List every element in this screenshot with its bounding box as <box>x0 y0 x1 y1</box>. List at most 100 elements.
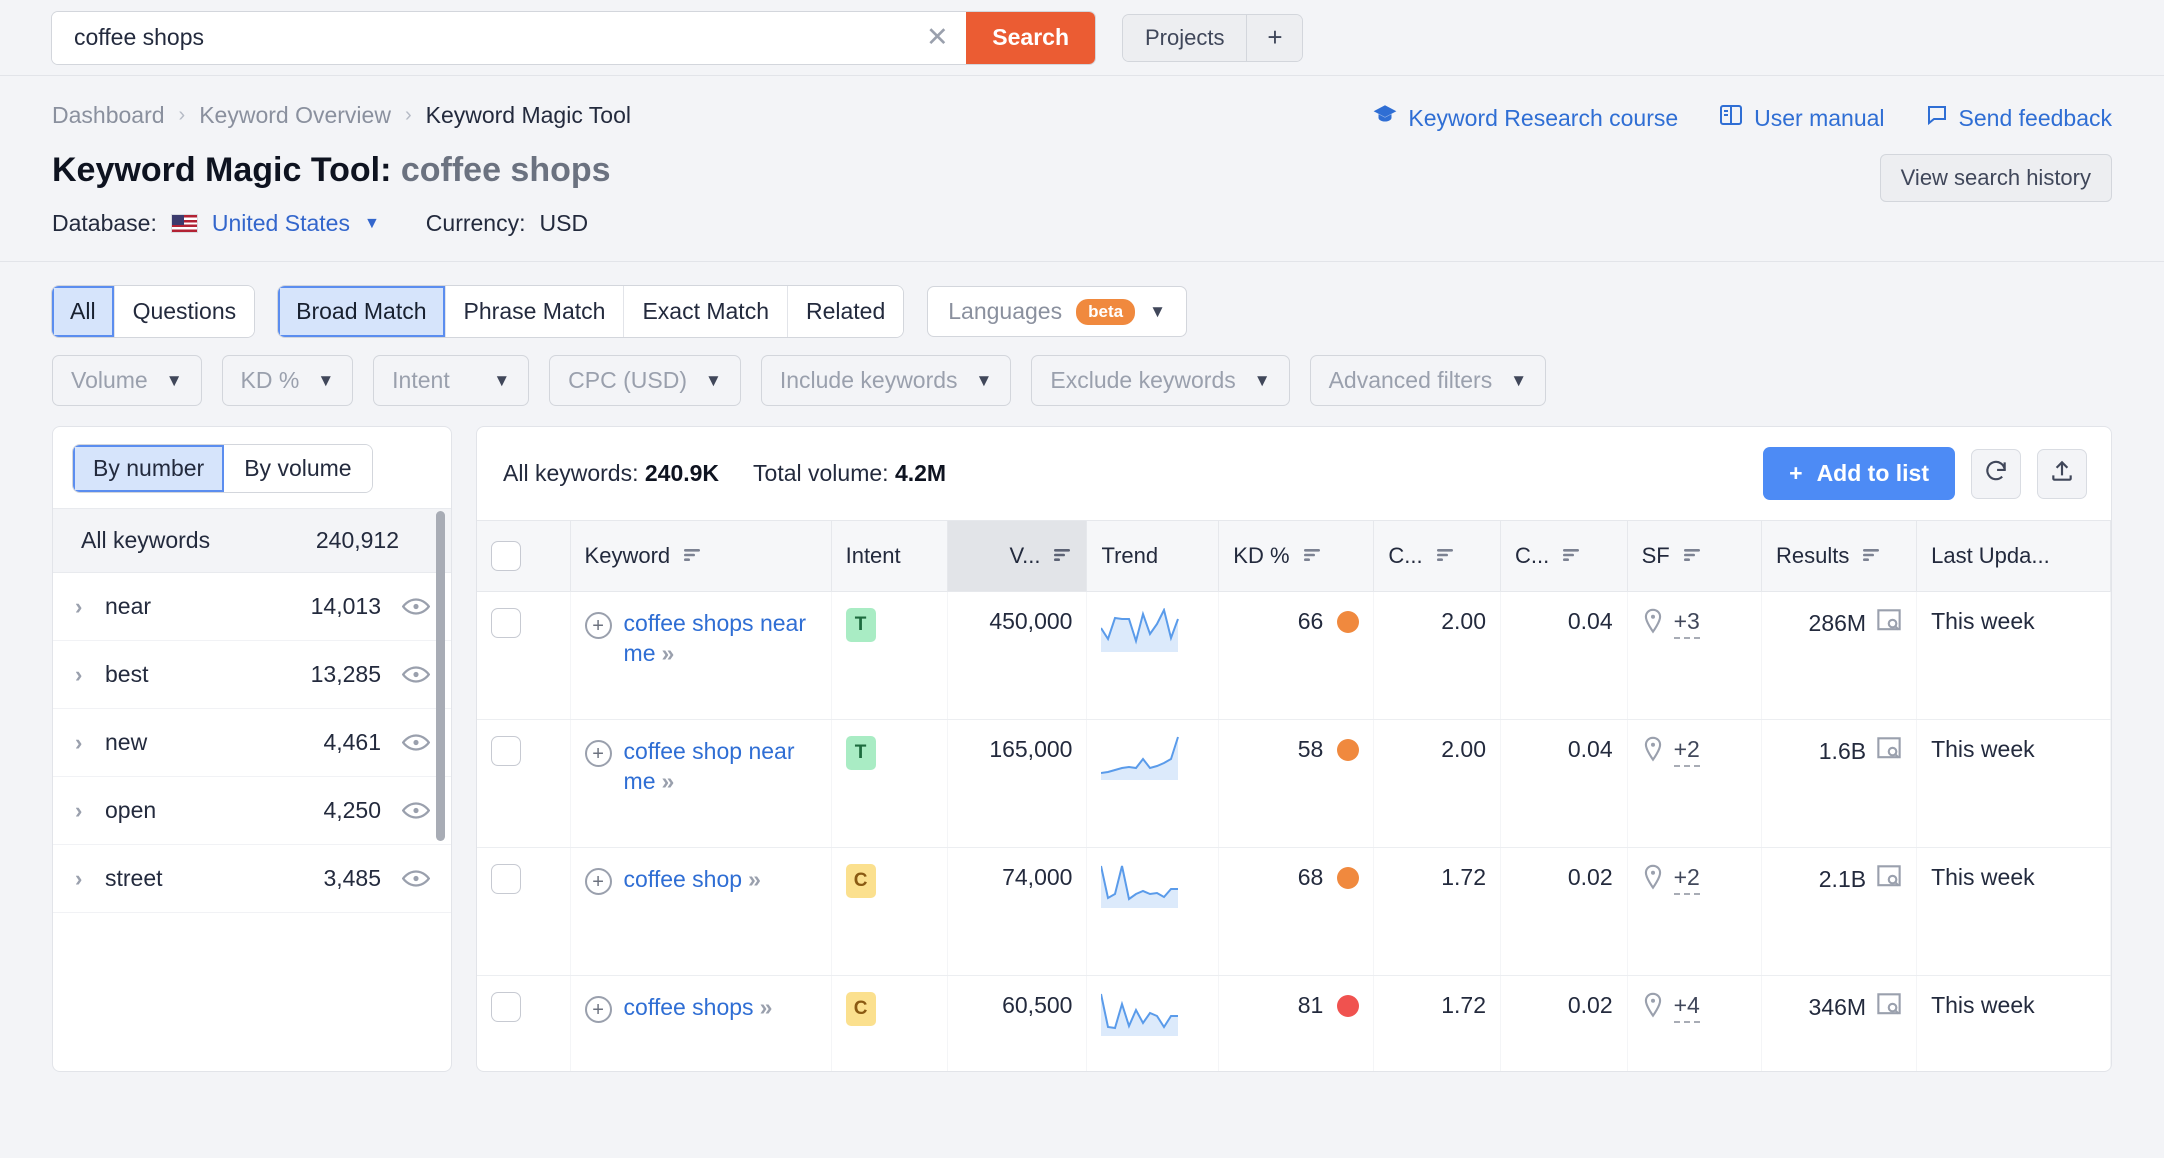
exclude-keywords-filter[interactable]: Exclude keywords ▼ <box>1031 355 1290 406</box>
table-row[interactable]: + coffee shops» C 60,500 81 1.72 0.02 +4… <box>477 975 2111 1071</box>
table-row[interactable]: + coffee shop near me» T 165,000 58 2.00… <box>477 719 2111 848</box>
sidebar-item-near[interactable]: › near 14,013 <box>53 573 451 641</box>
double-chevron-icon[interactable]: » <box>662 640 675 666</box>
column-header-kd[interactable]: KD % <box>1218 520 1375 592</box>
sidebar-scrollbar[interactable] <box>436 511 445 1016</box>
refresh-button[interactable] <box>1971 448 2021 499</box>
column-header-results[interactable]: Results <box>1761 520 1918 592</box>
add-keyword-icon[interactable]: + <box>584 612 612 639</box>
kd-filter[interactable]: KD % ▼ <box>221 355 354 406</box>
toggle-by-volume[interactable]: By volume <box>224 445 372 492</box>
eye-icon[interactable] <box>401 597 431 617</box>
column-header-intent[interactable]: Intent <box>831 520 948 592</box>
keyword-link[interactable]: coffee shop» <box>624 864 761 894</box>
search-input[interactable] <box>52 11 909 64</box>
tab-all[interactable]: All <box>52 286 115 337</box>
row-checkbox[interactable] <box>491 864 521 894</box>
eye-icon[interactable] <box>401 869 431 889</box>
volume-filter[interactable]: Volume ▼ <box>52 355 202 406</box>
column-header-trend[interactable]: Trend <box>1086 520 1220 592</box>
select-all-checkbox[interactable] <box>491 541 521 571</box>
tab-broad-match[interactable]: Broad Match <box>278 286 446 337</box>
page-title-prefix: Keyword Magic Tool: <box>52 151 392 189</box>
chevron-right-icon[interactable]: › <box>75 866 105 892</box>
table-row[interactable]: + coffee shops near me» T 450,000 66 2.0… <box>477 591 2111 720</box>
languages-dropdown[interactable]: Languages beta ▼ <box>927 286 1187 337</box>
column-header-keyword[interactable]: Keyword <box>570 520 832 592</box>
chevron-down-icon: ▼ <box>975 370 993 390</box>
intent-badge[interactable]: C <box>845 864 876 898</box>
chevron-right-icon[interactable]: › <box>75 730 105 756</box>
keyword-research-course-link[interactable]: Keyword Research course <box>1372 102 1678 134</box>
intent-filter[interactable]: Intent ▼ <box>373 355 530 406</box>
breadcrumb-item-keyword-overview[interactable]: Keyword Overview <box>199 102 391 129</box>
projects-button[interactable]: Projects <box>1123 14 1247 61</box>
chevron-down-icon[interactable]: ▼ <box>364 215 380 233</box>
tab-related[interactable]: Related <box>787 286 904 337</box>
add-keyword-icon[interactable]: + <box>584 740 612 767</box>
double-chevron-icon[interactable]: » <box>748 866 761 892</box>
chevron-right-icon[interactable]: › <box>75 662 105 688</box>
keyword-cell: + coffee shops» <box>570 975 832 1071</box>
column-header-cpc[interactable]: C... <box>1373 520 1501 592</box>
row-checkbox[interactable] <box>491 992 521 1022</box>
add-project-button[interactable]: + <box>1246 14 1303 61</box>
sf-more-link[interactable]: +2 <box>1673 736 1700 767</box>
tab-exact-match[interactable]: Exact Match <box>624 286 788 337</box>
sf-more-link[interactable]: +3 <box>1673 608 1700 639</box>
double-chevron-icon[interactable]: » <box>760 994 773 1020</box>
clear-search-icon[interactable]: ✕ <box>908 11 967 64</box>
column-header-competition[interactable]: C... <box>1500 520 1628 592</box>
top-search-bar: ✕ Search Projects + <box>0 0 2164 76</box>
add-keyword-icon[interactable]: + <box>584 868 612 895</box>
intent-badge[interactable]: T <box>845 608 876 642</box>
keyword-link[interactable]: coffee shops» <box>624 992 773 1022</box>
sidebar-item-street[interactable]: › street 3,485 <box>53 845 451 913</box>
sidebar-item-all-keywords[interactable]: All keywords 240,912 <box>53 508 451 573</box>
add-keyword-icon[interactable]: + <box>584 996 612 1023</box>
database-value[interactable]: United States <box>212 210 350 237</box>
table-row[interactable]: + coffee shop» C 74,000 68 1.72 0.02 +2 … <box>477 847 2111 976</box>
tab-phrase-match[interactable]: Phrase Match <box>445 286 625 337</box>
chevron-right-icon[interactable]: › <box>75 798 105 824</box>
sidebar-scrollbar-thumb[interactable] <box>436 511 445 841</box>
column-header-volume[interactable]: V... <box>947 520 1088 592</box>
sidebar-item-best[interactable]: › best 13,285 <box>53 641 451 709</box>
user-manual-link[interactable]: User manual <box>1718 103 1885 133</box>
eye-icon[interactable] <box>401 733 431 753</box>
advanced-filters[interactable]: Advanced filters ▼ <box>1309 355 1547 406</box>
intent-badge[interactable]: T <box>845 736 876 770</box>
results-value: 286M <box>1808 609 1867 636</box>
sf-more-link[interactable]: +4 <box>1673 992 1700 1023</box>
serp-preview-icon[interactable] <box>1876 736 1902 766</box>
add-to-list-button[interactable]: + Add to list <box>1763 447 1955 500</box>
chevron-right-icon[interactable]: › <box>75 594 105 620</box>
sf-more-link[interactable]: +2 <box>1673 864 1700 895</box>
send-feedback-link[interactable]: Send feedback <box>1925 103 2112 133</box>
cpc-filter[interactable]: CPC (USD) ▼ <box>549 355 741 406</box>
eye-icon[interactable] <box>401 801 431 821</box>
keyword-link[interactable]: coffee shops near me» <box>624 608 817 669</box>
breadcrumb-item-dashboard[interactable]: Dashboard <box>52 102 165 129</box>
intent-badge[interactable]: C <box>845 992 876 1026</box>
column-header-sf[interactable]: SF <box>1627 520 1763 592</box>
row-checkbox[interactable] <box>491 736 521 766</box>
serp-preview-icon[interactable] <box>1876 864 1902 894</box>
serp-preview-icon[interactable] <box>1876 608 1902 638</box>
keyword-link[interactable]: coffee shop near me» <box>624 736 817 797</box>
double-chevron-icon[interactable]: » <box>662 768 675 794</box>
tab-questions[interactable]: Questions <box>114 286 255 337</box>
column-header-last-updated[interactable]: Last Upda... <box>1916 520 2111 592</box>
view-search-history-button[interactable]: View search history <box>1879 154 2112 202</box>
toggle-by-number[interactable]: By number <box>73 445 225 492</box>
include-keywords-filter[interactable]: Include keywords ▼ <box>760 355 1012 406</box>
row-checkbox[interactable] <box>491 608 521 638</box>
sidebar-item-new[interactable]: › new 4,461 <box>53 709 451 777</box>
sidebar-item-open[interactable]: › open 4,250 <box>53 777 451 845</box>
eye-icon[interactable] <box>401 665 431 685</box>
serp-preview-icon[interactable] <box>1876 992 1902 1022</box>
export-button[interactable] <box>2037 448 2087 499</box>
search-button[interactable]: Search <box>966 11 1095 64</box>
panel-toolbar: All keywords: 240.9K Total volume: 4.2M … <box>477 427 2111 520</box>
kd-cell: 81 <box>1218 975 1375 1071</box>
